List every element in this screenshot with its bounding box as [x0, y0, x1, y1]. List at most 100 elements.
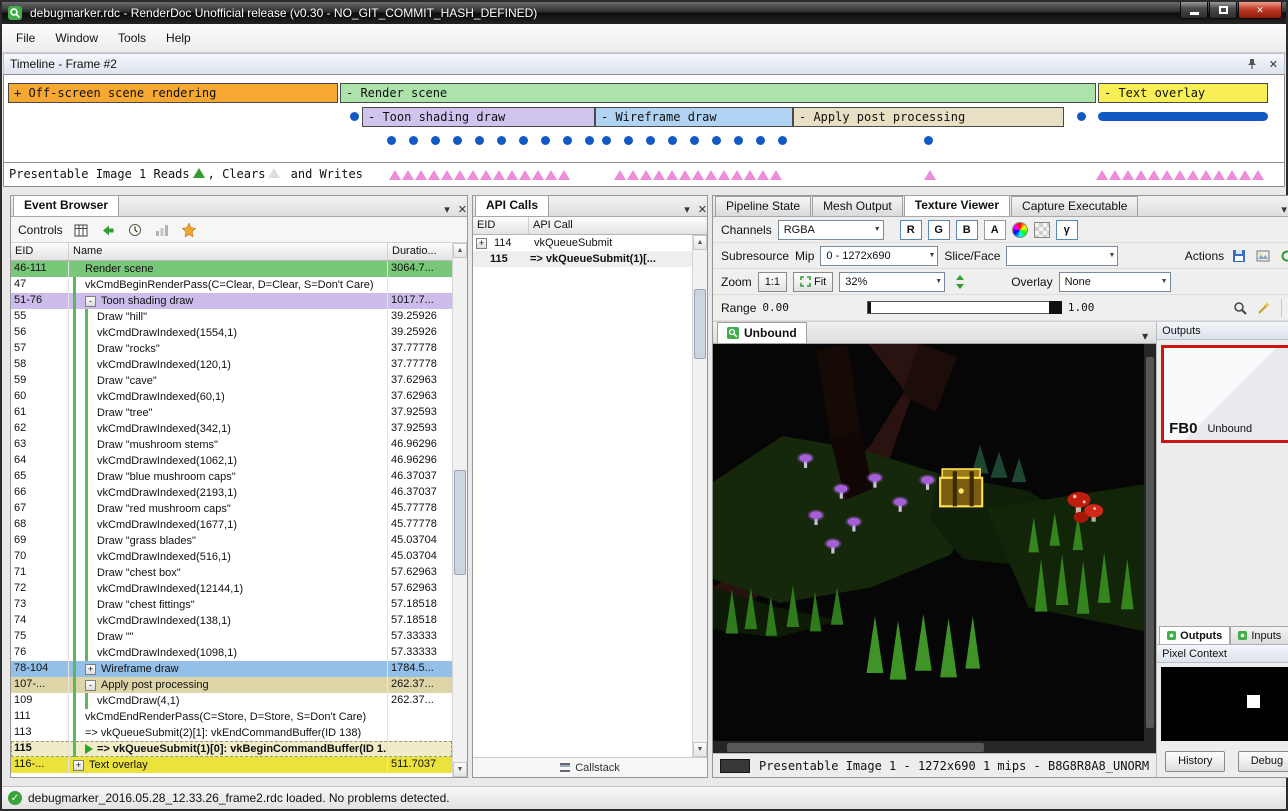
event-row[interactable]: 76vkCmdDrawIndexed(1098,1)57.33333	[11, 645, 452, 661]
write-triangle-icon[interactable]	[1109, 170, 1121, 180]
write-triangle-icon[interactable]	[454, 170, 466, 180]
timeline-event-bar[interactable]	[1098, 112, 1268, 121]
write-triangle-icon[interactable]	[389, 170, 401, 180]
scrollbar-thumb[interactable]	[454, 470, 466, 575]
api-calls-scrollbar[interactable]: ▲ ▼	[692, 235, 707, 757]
event-dot[interactable]	[431, 136, 440, 145]
write-triangle-icon[interactable]	[545, 170, 557, 180]
history-button[interactable]: History	[1165, 751, 1225, 772]
write-triangle-icon[interactable]	[731, 170, 743, 180]
event-row[interactable]: 70vkCmdDrawIndexed(516,1)45.03704	[11, 549, 452, 565]
tab-event-browser[interactable]: Event Browser	[13, 195, 119, 216]
channel-a-button[interactable]: A	[984, 220, 1006, 240]
tab-capture-executable[interactable]: Capture Executable	[1011, 196, 1138, 216]
write-triangle-icon[interactable]	[441, 170, 453, 180]
event-row[interactable]: 58vkCmdDrawIndexed(120,1)37.77778	[11, 357, 452, 373]
event-dot[interactable]	[778, 136, 787, 145]
close-button[interactable]: ✕	[1238, 2, 1282, 19]
refresh-icon[interactable]	[1278, 247, 1288, 265]
write-triangle-icon[interactable]	[653, 170, 665, 180]
expander-icon[interactable]: -	[85, 296, 96, 307]
event-row[interactable]: 64vkCmdDrawIndexed(1062,1)46.96296	[11, 453, 452, 469]
overlay-dropdown[interactable]: None▼	[1059, 272, 1171, 292]
write-triangle-icon[interactable]	[1122, 170, 1134, 180]
callstack-bar[interactable]: Callstack	[473, 757, 707, 777]
event-dot[interactable]	[350, 112, 359, 121]
event-dot[interactable]	[497, 136, 506, 145]
event-row[interactable]: 113=> vkQueueSubmit(2)[1]: vkEndCommandB…	[11, 725, 452, 741]
write-triangle-icon[interactable]	[428, 170, 440, 180]
write-triangle-icon[interactable]	[402, 170, 414, 180]
zoom-level-dropdown[interactable]: 32%▼	[839, 272, 945, 292]
expander-icon[interactable]: +	[476, 238, 487, 249]
write-triangle-icon[interactable]	[757, 170, 769, 180]
texture-image[interactable]	[713, 344, 1144, 741]
event-row[interactable]: 74vkCmdDrawIndexed(138,1)57.18518	[11, 613, 452, 629]
expander-icon[interactable]: +	[73, 760, 84, 771]
expander-icon[interactable]: -	[85, 680, 96, 691]
event-dot[interactable]	[409, 136, 418, 145]
event-dot[interactable]	[453, 136, 462, 145]
gamma-button[interactable]: γ	[1056, 220, 1078, 240]
write-triangle-icon[interactable]	[614, 170, 626, 180]
event-row[interactable]: 69Draw "grass blades"45.03704	[11, 533, 452, 549]
color-wheel-icon[interactable]	[1012, 222, 1028, 238]
event-row[interactable]: 61Draw "tree"37.92593	[11, 405, 452, 421]
tab-api-calls[interactable]: API Calls	[475, 195, 549, 216]
texture-vertical-scrollbar[interactable]	[1144, 344, 1156, 741]
filter-grid-icon[interactable]	[72, 221, 90, 239]
event-dot[interactable]	[541, 136, 550, 145]
event-dot[interactable]	[563, 136, 572, 145]
texture-horizontal-scrollbar[interactable]	[713, 741, 1156, 753]
event-row[interactable]: 57Draw "rocks"37.77778	[11, 341, 452, 357]
api-calls-column-header[interactable]: EID API Call	[473, 217, 707, 235]
timeline-track[interactable]: + Off-screen scene rendering - Render sc…	[3, 74, 1285, 163]
save-icon[interactable]	[1230, 247, 1248, 265]
api-call-row[interactable]: +114vkQueueSubmit	[473, 235, 692, 251]
event-dot[interactable]	[1077, 112, 1086, 121]
scrollbar-thumb[interactable]	[694, 289, 706, 359]
checkerboard-icon[interactable]	[1034, 222, 1050, 238]
write-triangle-icon[interactable]	[558, 170, 570, 180]
flip-vertical-icon[interactable]	[951, 273, 969, 291]
tab-inputs[interactable]: Inputs	[1230, 626, 1288, 644]
event-row[interactable]: 109vkCmdDraw(4,1)262.37...	[11, 693, 452, 709]
time-durations-icon[interactable]	[126, 221, 144, 239]
chevron-down-icon[interactable]: ▾	[444, 203, 450, 216]
column-api-call[interactable]: API Call	[529, 217, 707, 234]
write-triangle-icon[interactable]	[718, 170, 730, 180]
event-dot[interactable]	[924, 136, 933, 145]
export-image-icon[interactable]	[1254, 247, 1272, 265]
tab-outputs[interactable]: Outputs	[1159, 626, 1230, 644]
column-name[interactable]: Name	[69, 243, 388, 260]
write-triangle-icon[interactable]	[1187, 170, 1199, 180]
event-dot[interactable]	[756, 136, 765, 145]
channel-b-button[interactable]: B	[956, 220, 978, 240]
event-row[interactable]: 66vkCmdDrawIndexed(2193,1)46.37037	[11, 485, 452, 501]
timeline-block-toon-shading[interactable]: - Toon shading draw	[362, 107, 595, 127]
menu-help[interactable]: Help	[156, 26, 201, 50]
scrollbar-thumb[interactable]	[727, 743, 984, 752]
column-duration[interactable]: Duratio...	[388, 243, 452, 260]
close-icon[interactable]: ✕	[1269, 58, 1278, 71]
event-dot[interactable]	[668, 136, 677, 145]
event-row[interactable]: 46-111Render scene3064.7...	[11, 261, 452, 277]
write-triangle-icon[interactable]	[924, 170, 936, 180]
column-eid[interactable]: EID	[473, 217, 529, 234]
range-white-point-handle[interactable]	[1049, 301, 1062, 314]
write-triangle-icon[interactable]	[519, 170, 531, 180]
write-triangle-icon[interactable]	[705, 170, 717, 180]
event-row[interactable]: 111vkCmdEndRenderPass(C=Store, D=Store, …	[11, 709, 452, 725]
fb0-thumbnail[interactable]: FB0 Unbound	[1161, 345, 1288, 443]
close-icon[interactable]: ✕	[698, 203, 707, 216]
event-row[interactable]: 51-76-Toon shading draw1017.7...	[11, 293, 452, 309]
event-row[interactable]: 116-...+Text overlay511.7037	[11, 757, 452, 773]
chevron-down-icon[interactable]: ▾	[684, 203, 690, 216]
write-triangle-icon[interactable]	[1135, 170, 1147, 180]
jump-to-event-icon[interactable]	[99, 221, 117, 239]
range-black-point-handle[interactable]	[868, 302, 871, 313]
write-triangle-icon[interactable]	[493, 170, 505, 180]
fit-button[interactable]: Fit	[793, 272, 833, 292]
event-row[interactable]: 65Draw "blue mushroom caps"46.37037	[11, 469, 452, 485]
timeline-block-text-overlay[interactable]: - Text overlay	[1098, 83, 1268, 103]
